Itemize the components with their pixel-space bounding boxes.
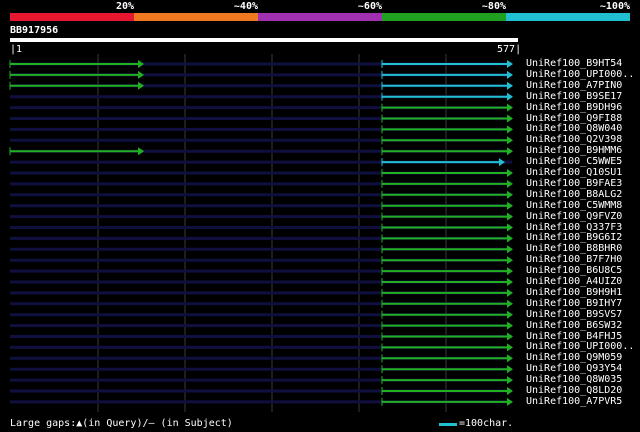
hit-name[interactable]: UniRef100_B9G6I2: [526, 232, 622, 243]
hit-arrow: [507, 114, 513, 123]
hit-name[interactable]: UniRef100_A7PVR5: [526, 396, 622, 407]
hit-name[interactable]: UniRef100_C5WWE5: [526, 156, 622, 167]
hit-name[interactable]: UniRef100_Q93Y54: [526, 363, 622, 374]
hit-name[interactable]: UniRef100_UPI000..: [526, 341, 634, 352]
hit-arrow: [507, 288, 513, 297]
hit-arrow: [507, 169, 513, 177]
scale-label: =100char.: [459, 418, 514, 429]
hit-arrow: [507, 343, 513, 352]
hit-arrow: [507, 256, 513, 265]
hit-name[interactable]: UniRef100_UPI000..: [526, 69, 634, 80]
hit-arrow: [507, 278, 513, 286]
gap-legend: Large gaps:▲(in Query)/– (in Subject): [10, 418, 233, 429]
hit-name[interactable]: UniRef100_B4FHJ5: [526, 331, 622, 342]
hit-name[interactable]: UniRef100_Q8LD20: [526, 385, 622, 396]
hit-arrow: [138, 147, 145, 156]
hit-name[interactable]: UniRef100_Q9FI88: [526, 113, 622, 124]
hit-arrow: [507, 147, 513, 156]
hit-name[interactable]: UniRef100_A7PIN0: [526, 80, 622, 91]
hit-arrow: [507, 201, 513, 210]
hit-arrow: [507, 321, 513, 330]
hit-arrow: [138, 81, 145, 90]
hit-name[interactable]: UniRef100_B8ALG2: [526, 189, 622, 200]
scale-bar: [439, 423, 457, 426]
hit-name[interactable]: UniRef100_B8BHR0: [526, 243, 622, 254]
hit-arrow: [507, 223, 513, 232]
hit-name[interactable]: UniRef100_Q9FVZ0: [526, 211, 622, 222]
hit-arrow: [507, 376, 513, 385]
hit-arrow: [507, 234, 513, 243]
hit-name[interactable]: UniRef100_B9FAE3: [526, 178, 622, 189]
hit-name[interactable]: UniRef100_B9H9H1: [526, 287, 622, 298]
hit-arrow: [507, 310, 513, 319]
hit-arrow: [507, 190, 513, 199]
hit-arrow: [507, 70, 513, 79]
hit-arrow: [507, 179, 513, 188]
hit-arrow: [507, 125, 513, 134]
hit-arrow: [507, 387, 513, 395]
hit-name[interactable]: UniRef100_B6SW32: [526, 320, 622, 331]
hit-arrow: [138, 70, 145, 79]
hit-arrow: [507, 354, 513, 363]
hit-name[interactable]: UniRef100_B9IHY7: [526, 298, 622, 309]
hit-name[interactable]: UniRef100_A4UIZ0: [526, 276, 622, 287]
hit-name[interactable]: UniRef100_Q337F3: [526, 222, 622, 233]
hit-name[interactable]: UniRef100_B9SVS7: [526, 309, 622, 320]
hit-arrow: [507, 103, 513, 112]
hit-arrow: [507, 299, 513, 308]
hit-arrow: [507, 245, 513, 254]
hit-name[interactable]: UniRef100_Q8W040: [526, 123, 622, 134]
hit-arrow: [507, 397, 513, 406]
hit-name[interactable]: UniRef100_Q10SU1: [526, 167, 622, 178]
hit-arrow: [507, 365, 513, 374]
hit-name[interactable]: UniRef100_B9SE17: [526, 91, 622, 102]
hit-name[interactable]: UniRef100_C5WMM8: [526, 200, 622, 211]
hit-arrow: [498, 158, 505, 167]
hit-name[interactable]: UniRef100_B9HT54: [526, 58, 622, 69]
hit-arrow: [507, 81, 513, 90]
hit-arrow: [507, 267, 513, 276]
hit-name[interactable]: UniRef100_Q8W035: [526, 374, 622, 385]
hit-arrow: [507, 332, 513, 341]
hit-arrow: [138, 60, 145, 68]
hit-arrow: [507, 60, 513, 68]
hit-name[interactable]: UniRef100_B7F7H0: [526, 254, 622, 265]
hit-name[interactable]: UniRef100_Q2V398: [526, 134, 622, 145]
hit-name[interactable]: UniRef100_B6U8C5: [526, 265, 622, 276]
hit-arrow: [507, 212, 513, 221]
hit-arrow: [507, 92, 513, 101]
hit-name[interactable]: UniRef100_B9DH96: [526, 102, 622, 113]
hit-name[interactable]: UniRef100_B9HMM6: [526, 145, 622, 156]
hit-name[interactable]: UniRef100_Q9M059: [526, 352, 622, 363]
hit-arrow: [507, 136, 513, 145]
